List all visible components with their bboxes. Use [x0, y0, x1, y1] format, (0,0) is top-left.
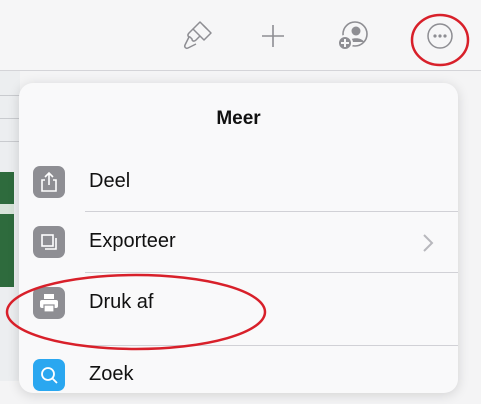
toolbar	[0, 0, 481, 71]
printer-icon	[33, 287, 65, 319]
divider	[85, 345, 458, 346]
menu-item-export[interactable]: Exporteer	[19, 215, 458, 271]
background-green-gap	[0, 204, 14, 214]
export-icon	[33, 226, 65, 258]
add-collaborator-icon[interactable]	[332, 15, 374, 57]
chevron-right-icon	[423, 234, 434, 252]
more-popover: Meer Deel Exporteer Druk af Zoek	[19, 83, 458, 393]
more-icon[interactable]	[419, 15, 461, 57]
menu-item-label: Deel	[89, 170, 131, 192]
menu-item-print[interactable]: Druk af	[19, 276, 458, 332]
background-line	[0, 118, 20, 119]
menu-item-label: Exporteer	[89, 230, 176, 252]
share-icon	[33, 166, 65, 198]
background-green-block	[0, 172, 14, 287]
menu-item-search[interactable]: Zoek	[19, 348, 458, 404]
popover-title: Meer	[216, 108, 261, 129]
menu-item-label: Zoek	[89, 363, 134, 385]
menu-item-share[interactable]: Deel	[19, 155, 458, 211]
paintbrush-icon[interactable]	[176, 15, 218, 57]
divider	[85, 272, 458, 273]
background-line	[0, 141, 20, 142]
background-line	[0, 95, 20, 96]
search-icon	[33, 359, 65, 391]
divider	[85, 211, 458, 212]
menu-item-label: Druk af	[89, 291, 154, 313]
plus-icon[interactable]	[252, 15, 294, 57]
